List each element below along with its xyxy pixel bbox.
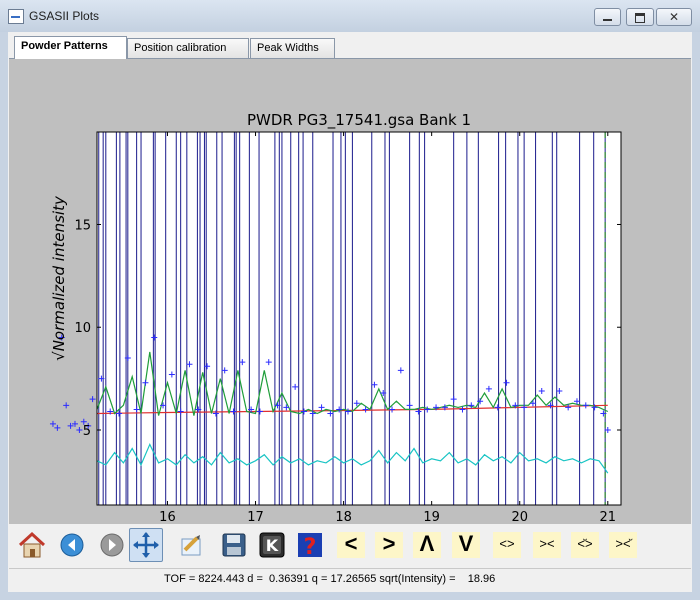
plot-panel: 16 17 18 19 20 21 5 10 15 PWDR PG3_17541.gsa Bank… <box>9 58 691 555</box>
x-tick-label: 18 <box>335 510 352 523</box>
key-shift-left[interactable]: < <box>337 532 365 558</box>
plot-area <box>97 132 621 505</box>
plot-window: GSASII Plots Powder Patterns Position ca… <box>0 0 700 600</box>
save-icon[interactable] <box>217 528 251 562</box>
pan-icon[interactable] <box>129 528 163 562</box>
app-icon <box>8 9 24 24</box>
observed-point <box>54 424 61 431</box>
observed-point <box>89 396 96 403</box>
y-tick-label: 5 <box>83 424 91 439</box>
observed-point <box>76 426 83 433</box>
back-arrow-icon[interactable] <box>55 528 89 562</box>
close-button[interactable] <box>656 8 692 26</box>
y-tick-label: 15 <box>74 218 91 233</box>
client-area: Powder Patterns Position calibration Pea… <box>8 32 692 592</box>
cursor-readout: TOF = 8224.443 d = 0.36391 q = 17.26565 … <box>164 573 496 585</box>
observed-point <box>49 420 56 427</box>
minimize-button[interactable] <box>594 8 621 26</box>
key-shift-down[interactable]: V <box>452 532 480 558</box>
key-shrink-y[interactable]: ><̆ <box>609 532 637 558</box>
tab-peak-widths[interactable]: Peak Widths <box>250 38 335 58</box>
key-expand-x[interactable]: <> <box>493 532 521 558</box>
x-tick-label: 17 <box>247 510 264 523</box>
x-tick-label: 19 <box>423 510 440 523</box>
help-icon[interactable]: ? <box>293 528 327 562</box>
y-axis-label: √Normalized intensity <box>50 195 68 361</box>
forward-arrow-icon[interactable] <box>95 528 129 562</box>
key-expand-y[interactable]: <̆> <box>571 532 599 558</box>
maximize-button[interactable] <box>626 8 654 26</box>
window-title: GSASII Plots <box>29 9 100 23</box>
svg-text:K: K <box>266 536 279 555</box>
status-bar: TOF = 8224.443 d = 0.36391 q = 17.26565 … <box>9 568 691 591</box>
tab-powder-patterns[interactable]: Powder Patterns <box>14 36 127 59</box>
k-key-icon[interactable]: K <box>255 528 289 562</box>
x-tick-label: 21 <box>600 510 617 523</box>
y-tick-label: 10 <box>74 321 91 336</box>
observed-point <box>63 402 70 409</box>
title-bar: GSASII Plots <box>0 0 700 32</box>
tab-position-calibration[interactable]: Position calibration <box>127 38 249 58</box>
x-tick-label: 16 <box>159 510 176 523</box>
key-shrink-x[interactable]: >< <box>533 532 561 558</box>
configure-subplots-icon[interactable] <box>175 528 209 562</box>
home-icon[interactable] <box>15 528 49 562</box>
chart-title: PWDR PG3_17541.gsa Bank 1 <box>247 111 471 130</box>
key-shift-right[interactable]: > <box>375 532 403 558</box>
svg-text:?: ? <box>304 535 317 560</box>
key-shift-up[interactable]: Λ <box>413 532 441 558</box>
x-tick-label: 20 <box>511 510 528 523</box>
powder-pattern-chart[interactable]: 16 17 18 19 20 21 5 10 15 PWDR PG3_17541.gsa Bank… <box>9 59 691 523</box>
plot-toolbar: K ? < > Λ V <> >< <̆> ><̆ <box>9 524 691 566</box>
